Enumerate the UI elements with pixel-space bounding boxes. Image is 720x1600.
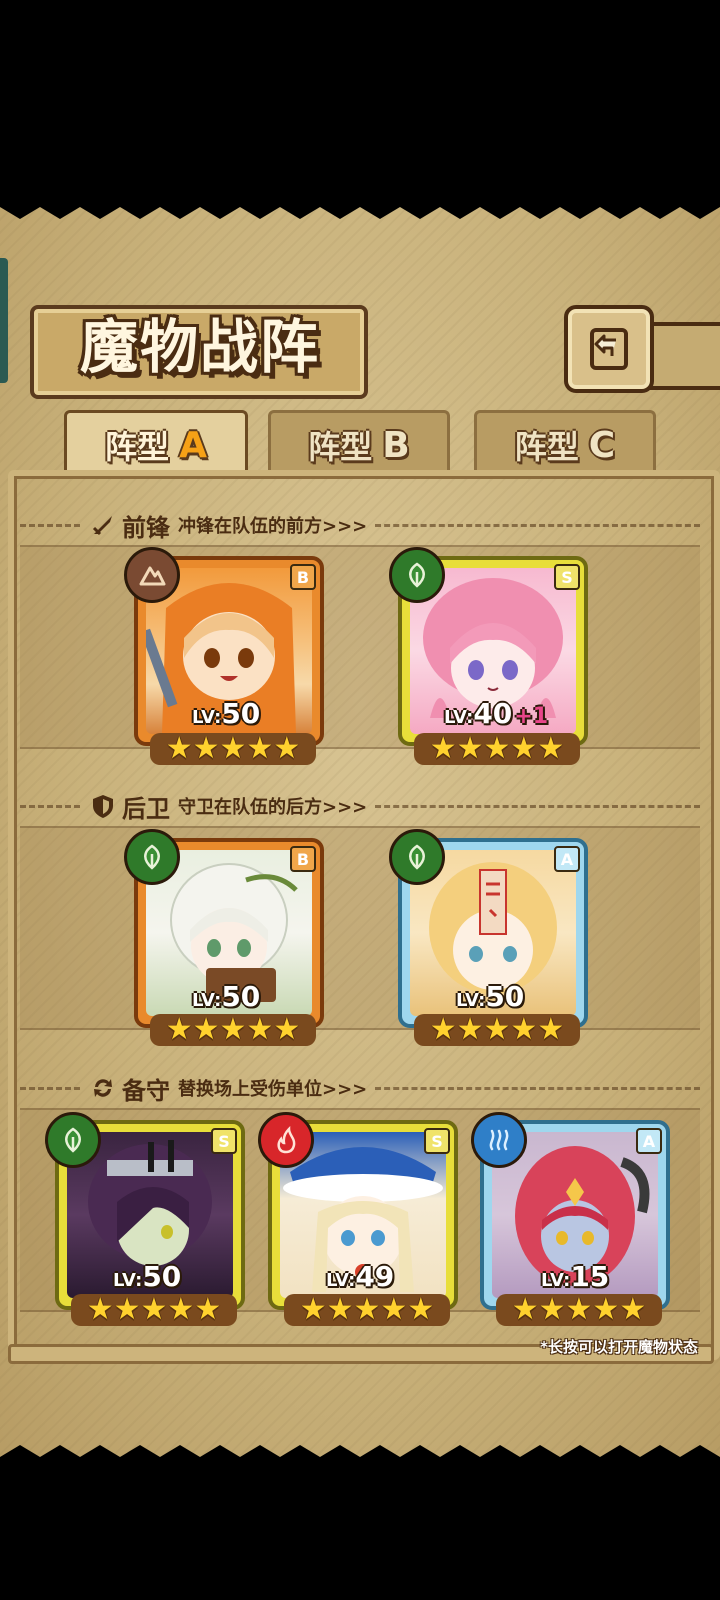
tab-label: 阵型 bbox=[514, 428, 579, 466]
level-bonus: +1 bbox=[514, 704, 549, 729]
star-rating: ★★★★★ bbox=[496, 1294, 662, 1326]
level-value: 50 bbox=[485, 980, 525, 1013]
level-text: LV:50 bbox=[456, 980, 524, 1013]
swap-icon bbox=[94, 1079, 112, 1097]
level-value: 49 bbox=[355, 1260, 395, 1293]
back-arrow-icon bbox=[590, 328, 628, 370]
page-title: 魔物战阵 bbox=[79, 313, 320, 381]
star-rating: ★★★★★ bbox=[150, 1014, 316, 1046]
level-prefix: LV: bbox=[192, 990, 222, 1011]
stars: ★★★★★ bbox=[429, 1012, 565, 1047]
level-value: 50 bbox=[221, 980, 261, 1013]
leaf-element-icon bbox=[124, 829, 180, 885]
tab-label: 阵型 bbox=[105, 428, 170, 466]
tab-formation-a[interactable]: 阵型 A bbox=[64, 410, 248, 477]
star-rating: ★★★★★ bbox=[71, 1294, 237, 1326]
level-prefix: LV: bbox=[444, 707, 474, 728]
bottom-zigzag-border bbox=[0, 1445, 720, 1471]
section-desc: 替换场上受伤单位>>> bbox=[178, 1079, 368, 1100]
leaf-element-icon bbox=[389, 547, 445, 603]
rank-badge: S bbox=[554, 564, 580, 590]
level-text: LV:49 bbox=[326, 1260, 394, 1293]
section-reserve: 备守 替换场上受伤单位>>> bbox=[20, 1066, 700, 1110]
level-text: LV:50 bbox=[192, 980, 260, 1013]
star-rating: ★★★★★ bbox=[284, 1294, 450, 1326]
section-label: 前锋 bbox=[122, 512, 170, 542]
leaf-element-icon bbox=[389, 829, 445, 885]
tab-label: 阵型 bbox=[308, 428, 373, 466]
rank-badge: A bbox=[636, 1128, 662, 1154]
level-text: LV:15 bbox=[541, 1260, 609, 1293]
stars: ★★★★★ bbox=[165, 1012, 301, 1047]
section-label: 备守 bbox=[122, 1075, 170, 1105]
tab-letter: A bbox=[179, 424, 207, 466]
star-rating: ★★★★★ bbox=[414, 1014, 580, 1046]
level-text: LV:50 bbox=[192, 697, 260, 730]
level-text: LV:40+1 bbox=[444, 697, 548, 730]
level-value: 50 bbox=[221, 697, 261, 730]
level-text: LV:50 bbox=[113, 1260, 181, 1293]
level-prefix: LV: bbox=[541, 1270, 571, 1291]
rank-badge: S bbox=[211, 1128, 237, 1154]
top-zigzag-border bbox=[0, 193, 720, 219]
stars: ★★★★★ bbox=[429, 731, 565, 766]
star-rating: ★★★★★ bbox=[150, 733, 316, 765]
sword-icon bbox=[92, 516, 112, 536]
rear-row bbox=[20, 826, 700, 1030]
section-desc: 冲锋在队伍的前方>>> bbox=[178, 516, 368, 537]
stars: ★★★★★ bbox=[165, 731, 301, 766]
fire-element-icon bbox=[258, 1112, 314, 1168]
rank-badge: B bbox=[290, 846, 316, 872]
side-tab[interactable] bbox=[0, 258, 8, 383]
star-rating: ★★★★★ bbox=[414, 733, 580, 765]
shield-icon bbox=[93, 795, 113, 818]
section-front: 前锋 冲锋在队伍的前方>>> bbox=[20, 503, 700, 547]
water-element-icon bbox=[471, 1112, 527, 1168]
stars: ★★★★★ bbox=[299, 1292, 435, 1327]
level-prefix: LV: bbox=[456, 990, 486, 1011]
rank-badge: A bbox=[554, 846, 580, 872]
tab-letter: C bbox=[588, 424, 616, 466]
rank-badge: B bbox=[290, 564, 316, 590]
level-prefix: LV: bbox=[326, 1270, 356, 1291]
level-value: 50 bbox=[142, 1260, 182, 1293]
earth-element-icon bbox=[124, 547, 180, 603]
tab-letter: B bbox=[382, 424, 410, 466]
tab-formation-b[interactable]: 阵型 B bbox=[268, 410, 450, 477]
stars: ★★★★★ bbox=[86, 1292, 222, 1327]
back-button[interactable] bbox=[564, 305, 654, 393]
front-row bbox=[20, 545, 700, 749]
level-prefix: LV: bbox=[192, 707, 222, 728]
level-prefix: LV: bbox=[113, 1270, 143, 1291]
section-label: 后卫 bbox=[122, 793, 170, 823]
level-value: 15 bbox=[570, 1260, 610, 1293]
tab-formation-c[interactable]: 阵型 C bbox=[474, 410, 656, 477]
section-desc: 守卫在队伍的后方>>> bbox=[178, 797, 368, 818]
leaf-element-icon bbox=[45, 1112, 101, 1168]
long-press-hint: *长按可以打开魔物状态 bbox=[540, 1338, 698, 1356]
rank-badge: S bbox=[424, 1128, 450, 1154]
level-value: 40 bbox=[473, 697, 513, 730]
stars: ★★★★★ bbox=[511, 1292, 647, 1327]
section-rear: 后卫 守卫在队伍的后方>>> bbox=[20, 784, 700, 828]
